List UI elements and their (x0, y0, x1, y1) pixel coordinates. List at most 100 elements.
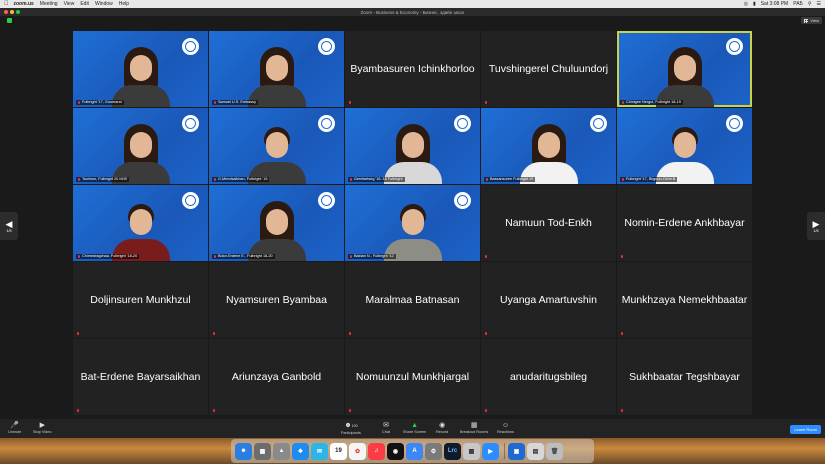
chat-label: Chat (382, 430, 391, 434)
obs-icon[interactable]: ◉ (387, 442, 404, 460)
clock[interactable]: Sat 3:08 PM (761, 1, 789, 7)
minimize-window-icon[interactable] (10, 10, 14, 14)
fullscreen-window-icon[interactable] (16, 10, 20, 14)
next-page-button[interactable]: ▶ 1/5 (807, 212, 825, 240)
menu-help[interactable]: Help (119, 1, 129, 7)
participant-name: Nyamsuren Byambaa (226, 294, 327, 306)
menu-meeting[interactable]: Meeting (40, 1, 58, 7)
reactions-button[interactable]: ☺ Reactions (497, 421, 514, 434)
participant-video (111, 199, 170, 261)
participant-video (111, 45, 170, 107)
mail-icon[interactable]: ✉ (311, 442, 328, 460)
downloads-folder-icon[interactable]: ▤ (527, 442, 544, 460)
fulbright-logo-icon (182, 115, 199, 132)
video-tile[interactable]: Bassansuren Fulbright 19 (481, 108, 616, 184)
system-preferences-icon[interactable]: ⚙ (425, 442, 442, 460)
record-button[interactable]: ◉ Record (436, 421, 448, 434)
input-source[interactable]: РАБ (793, 1, 803, 7)
video-tile[interactable]: G.Mendsaikhan, Fulbright '15 (209, 108, 344, 184)
menubar-status: ◎ ▮ Sat 3:08 PM РАБ ⚲ ☰ (739, 1, 821, 7)
video-tile[interactable]: Bolor-Erdene E., Fulbright 18-20 (209, 185, 344, 261)
chat-button[interactable]: ✉ Chat (382, 421, 390, 434)
participant-tile[interactable]: Nyamsuren Byambaa (209, 262, 344, 338)
participant-caption-text: Fulbright '17, Bilguun-Ochir.B (626, 177, 676, 181)
page-indicator-left: 1/5 (6, 228, 12, 233)
participant-caption: Baldan N., Fulbright '12 (348, 254, 396, 259)
participant-tile[interactable]: Maralmaa Batnasan (345, 262, 480, 338)
video-tile[interactable]: Samuel U.S. Embassy (209, 31, 344, 107)
participant-name: Nomuunzul Munkhjargal (355, 371, 470, 383)
share-screen-button[interactable]: ▲ Share Screen (403, 421, 426, 434)
video-tile[interactable]: Chimedragchaa, Fulbright '18-20 (73, 185, 208, 261)
safari-icon[interactable]: ❖ (292, 442, 309, 460)
apple-icon[interactable]:  (4, 1, 9, 7)
participant-tile[interactable]: Ariunzaya Ganbold (209, 339, 344, 415)
microphone-muted-icon: 🎤 (10, 422, 19, 429)
control-center-icon[interactable]: ☰ (817, 1, 821, 7)
menu-app-name[interactable]: zoom.us (14, 1, 34, 7)
participant-caption-text: Chimedragchaa, Fulbright '18-20 (82, 254, 138, 258)
video-tile[interactable]: Chinigee Nergui, Fulbright 18-19 (617, 31, 752, 107)
breakout-rooms-button[interactable]: ▦ Breakout Rooms (460, 421, 488, 434)
lightroom-classic-icon[interactable]: Lrc (444, 442, 461, 460)
participant-caption: Bolor-Erdene E., Fulbright 18-20 (212, 254, 275, 259)
music-icon[interactable]: ♫ (368, 442, 385, 460)
video-tile[interactable]: Gerelsetseg '16-'18 Fulbright (345, 108, 480, 184)
participant-tile[interactable]: Nomuunzul Munkhjargal (345, 339, 480, 415)
photos-icon[interactable]: ✿ (349, 442, 366, 460)
muted-mic-icon (485, 332, 487, 335)
participants-button[interactable]: ☻100 Participants (341, 421, 361, 435)
menu-view[interactable]: View (64, 1, 75, 7)
preview-icon[interactable]: ▩ (463, 442, 480, 460)
participants-icon: ☻100 (344, 422, 358, 429)
prev-page-button[interactable]: ◀ 1/5 (0, 212, 18, 240)
participant-video (247, 45, 306, 107)
video-tile[interactable]: Tsolmon, Fulbright 20 MIIS (73, 108, 208, 184)
fulbright-logo-icon (726, 115, 743, 132)
chevron-right-icon: ▶ (812, 218, 820, 229)
muted-mic-icon (350, 178, 352, 181)
security-shield-icon[interactable] (7, 18, 12, 23)
rocket-icon[interactable]: ▲ (273, 442, 290, 460)
participant-caption: Bassansuren Fulbright 19 (484, 177, 536, 182)
participant-name: Namuun Tod-Enkh (505, 217, 592, 229)
menu-window[interactable]: Window (95, 1, 113, 7)
recent-window-icon[interactable]: ▣ (508, 442, 525, 460)
participant-tile[interactable]: Byambasuren Ichinkhorloo (345, 31, 480, 107)
participant-tile[interactable]: anudaritugsbileg (481, 339, 616, 415)
participant-video (111, 122, 170, 184)
smiley-icon: ☺ (501, 422, 510, 429)
zoom-icon[interactable]: ▶ (482, 442, 499, 460)
view-button[interactable]: View (801, 17, 822, 24)
participant-name: Maralmaa Batnasan (365, 294, 460, 306)
wifi-icon[interactable]: ◎ (744, 1, 748, 7)
leave-room-button[interactable]: Leave Room (790, 425, 821, 434)
launchpad-icon[interactable]: ▦ (254, 442, 271, 460)
participant-tile[interactable]: Bat-Erdene Bayarsaikhan (73, 339, 208, 415)
participant-video (383, 122, 442, 184)
participant-video (519, 122, 578, 184)
close-window-icon[interactable] (4, 10, 8, 14)
menu-edit[interactable]: Edit (80, 1, 89, 7)
participant-caption-text: Bolor-Erdene E., Fulbright 18-20 (218, 254, 273, 258)
video-tile[interactable]: Fulbright '17, Goomaral (73, 31, 208, 107)
participant-tile[interactable]: Sukhbaatar Tegshbayar (617, 339, 752, 415)
trash-icon[interactable]: 🗑 (546, 442, 563, 460)
participant-tile[interactable]: Munkhzaya Nemekhbaatar (617, 262, 752, 338)
app-store-icon[interactable]: A (406, 442, 423, 460)
video-camera-icon: ▶ (39, 422, 45, 429)
participant-tile[interactable]: Uyanga Amartuvshin (481, 262, 616, 338)
participant-tile[interactable]: Nomin-Erdene Ankhbayar (617, 185, 752, 261)
video-tile[interactable]: Baldan N., Fulbright '12 (345, 185, 480, 261)
participant-tile[interactable]: Doljinsuren Munkhzul (73, 262, 208, 338)
search-icon[interactable]: ⚲ (808, 1, 812, 7)
macos-menubar:  zoom.us Meeting View Edit Window Help … (0, 0, 825, 8)
battery-icon[interactable]: ▮ (753, 1, 756, 7)
finder-icon[interactable]: ☻ (235, 442, 252, 460)
stop-video-button[interactable]: ▶ Stop Video (33, 421, 52, 434)
calendar-icon[interactable]: 19 (330, 442, 347, 460)
unmute-button[interactable]: 🎤 Unmute (8, 421, 21, 434)
participant-tile[interactable]: Tuvshingerel Chuluundorj (481, 31, 616, 107)
video-tile[interactable]: Fulbright '17, Bilguun-Ochir.B (617, 108, 752, 184)
participant-tile[interactable]: Namuun Tod-Enkh (481, 185, 616, 261)
